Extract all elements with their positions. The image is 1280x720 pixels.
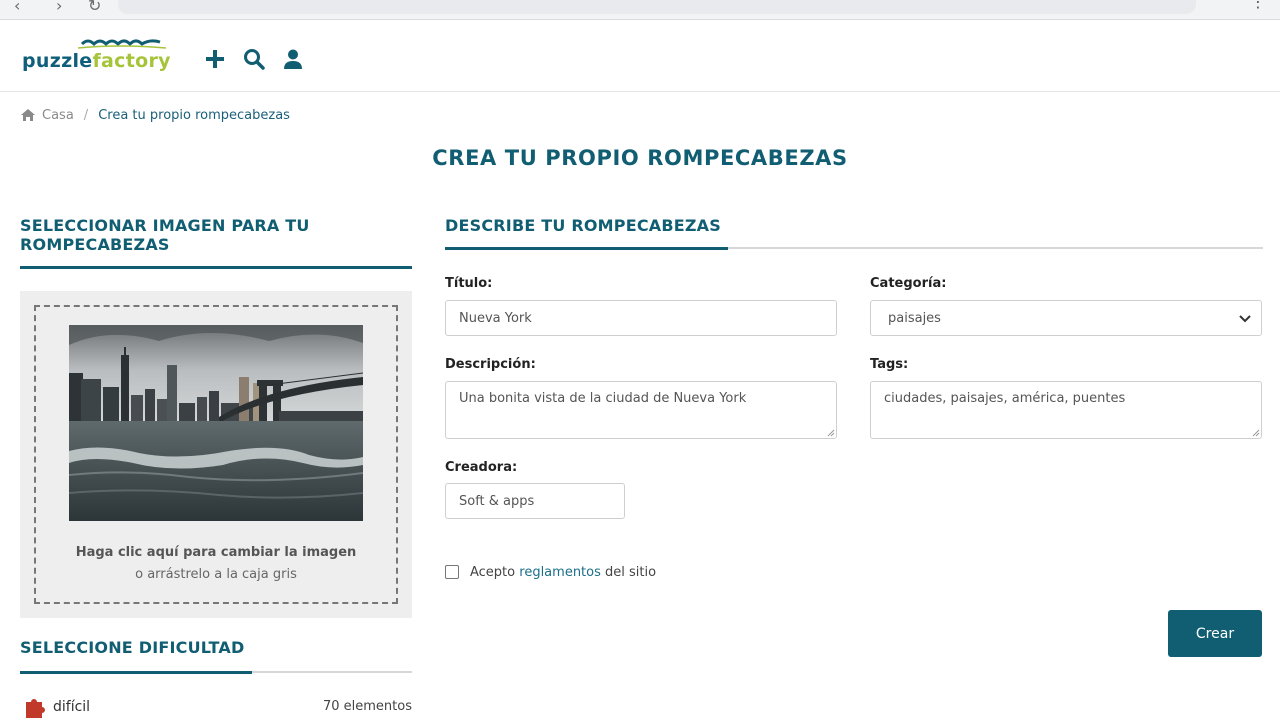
puzzle-piece-icon bbox=[26, 699, 45, 718]
logo-text-puzzle: puzzle bbox=[22, 50, 93, 72]
title-input[interactable] bbox=[445, 300, 837, 336]
upload-hint-main: Haga clic aquí para cambiar la imagen bbox=[75, 545, 357, 560]
category-label: Categoría: bbox=[870, 276, 947, 291]
reload-icon[interactable]: ↻ bbox=[88, 0, 101, 15]
back-icon[interactable]: ‹ bbox=[14, 0, 20, 15]
terms-text-post: del sitio bbox=[605, 564, 657, 580]
form-section-divider bbox=[445, 247, 728, 250]
forward-icon[interactable]: › bbox=[56, 0, 62, 15]
upload-hint-sub: o arrástrelo a la caja gris bbox=[135, 567, 297, 582]
difficulty-section-title: SELECCIONE DIFICULTAD bbox=[20, 638, 245, 657]
creator-label: Creadora: bbox=[445, 460, 518, 475]
page-title: CREA TU PROPIO ROMPECABEZAS bbox=[432, 146, 848, 170]
browser-toolbar: ‹ › ↻ ⋮ bbox=[0, 0, 1280, 20]
category-selected-value: paisajes bbox=[888, 310, 941, 326]
terms-row: Acepto reglamentos del sitio bbox=[445, 562, 656, 582]
search-icon[interactable] bbox=[243, 48, 265, 70]
difficulty-option[interactable]: difícil 70 elementos bbox=[20, 696, 412, 718]
form-section-title: DESCRIBE TU ROMPECABEZAS bbox=[445, 216, 721, 235]
tags-textarea[interactable]: ciudades, paisajes, américa, puentes bbox=[870, 381, 1262, 439]
create-button[interactable]: Crear bbox=[1168, 610, 1262, 657]
new-york-photo bbox=[69, 325, 363, 521]
description-textarea[interactable]: Una bonita vista de la ciudad de Nueva Y… bbox=[445, 381, 837, 439]
chevron-down-icon bbox=[1239, 315, 1251, 323]
terms-text-pre: Acepto bbox=[470, 564, 516, 580]
address-bar[interactable] bbox=[118, 0, 1196, 14]
user-icon[interactable] bbox=[282, 48, 304, 70]
tags-label: Tags: bbox=[870, 357, 909, 372]
breadcrumb-home[interactable]: Casa bbox=[42, 108, 74, 123]
terms-checkbox[interactable] bbox=[445, 565, 459, 579]
title-label: Título: bbox=[445, 276, 493, 291]
logo-text: puzzlefactory bbox=[22, 50, 171, 72]
breadcrumb-separator: / bbox=[83, 107, 89, 123]
site-header: puzzlefactory bbox=[0, 20, 1280, 92]
breadcrumb: Casa / Crea tu propio rompecabezas bbox=[20, 106, 290, 124]
puzzle-image-preview[interactable] bbox=[69, 325, 363, 521]
breadcrumb-current: Crea tu propio rompecabezas bbox=[98, 107, 290, 123]
difficulty-label: difícil bbox=[53, 699, 91, 715]
logo-text-factory: factory bbox=[92, 50, 171, 72]
difficulty-count: 70 elementos bbox=[322, 699, 412, 714]
creator-input[interactable] bbox=[445, 483, 625, 519]
terms-link[interactable]: reglamentos bbox=[519, 565, 601, 580]
plus-icon[interactable] bbox=[204, 48, 226, 70]
category-select[interactable]: paisajes bbox=[870, 300, 1262, 336]
image-dropzone[interactable]: Haga clic aquí para cambiar la imagen o … bbox=[34, 305, 398, 604]
upload-panel: Haga clic aquí para cambiar la imagen o … bbox=[20, 291, 412, 618]
home-icon[interactable] bbox=[20, 108, 36, 122]
upload-section-divider bbox=[20, 266, 412, 269]
description-label: Descripción: bbox=[445, 357, 536, 372]
logo[interactable]: puzzlefactory bbox=[22, 34, 197, 78]
difficulty-divider bbox=[20, 671, 252, 674]
upload-section-title: SELECCIONAR IMAGEN PARA TU ROMPECABEZAS bbox=[20, 216, 310, 254]
kebab-menu-icon[interactable]: ⋮ bbox=[1250, 0, 1266, 11]
